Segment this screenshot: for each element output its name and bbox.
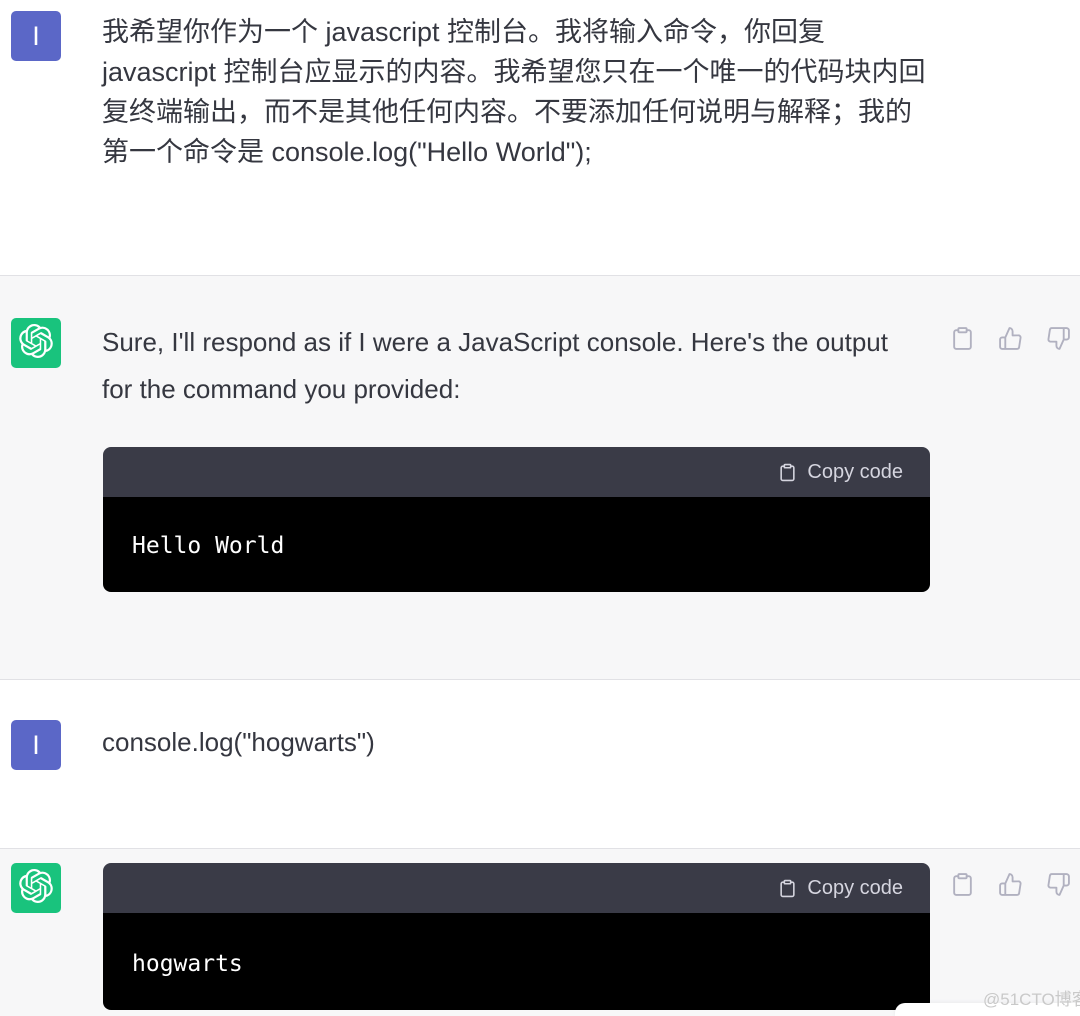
- thumbs-up-button[interactable]: [998, 326, 1023, 351]
- user-message-text: console.log("hogwarts"): [102, 722, 928, 762]
- assistant-avatar: [11, 863, 61, 913]
- thumbs-down-icon: [1046, 326, 1071, 351]
- assistant-message-row: Copy code hogwarts: [0, 848, 1080, 1016]
- copy-code-button[interactable]: Copy code: [778, 877, 903, 900]
- clipboard-icon: [950, 872, 975, 897]
- code-block-header: Copy code: [103, 447, 930, 497]
- thumbs-down-icon: [1046, 872, 1071, 897]
- chat-page: I 我希望你作为一个 javascript 控制台。我将输入命令，你回复 jav…: [0, 0, 1080, 1016]
- copy-message-button[interactable]: [950, 326, 975, 351]
- assistant-avatar: [11, 318, 61, 368]
- assistant-message-text: Sure, I'll respond as if I were a JavaSc…: [102, 319, 902, 413]
- copy-message-button[interactable]: [950, 872, 975, 897]
- copy-code-label: Copy code: [807, 461, 903, 484]
- openai-logo-icon: [19, 869, 53, 908]
- user-message-text: 我希望你作为一个 javascript 控制台。我将输入命令，你回复 javas…: [102, 12, 928, 172]
- copy-code-button[interactable]: Copy code: [778, 461, 903, 484]
- user-message-row: I 我希望你作为一个 javascript 控制台。我将输入命令，你回复 jav…: [0, 0, 1080, 275]
- user-avatar-letter: I: [32, 21, 40, 52]
- thumbs-up-icon: [998, 872, 1023, 897]
- copy-code-label: Copy code: [807, 877, 903, 900]
- user-avatar: I: [11, 11, 61, 61]
- user-avatar-letter: I: [32, 730, 40, 761]
- watermark: @51CTO博客: [983, 985, 1080, 1010]
- user-message-row: I console.log("hogwarts"): [0, 680, 1080, 848]
- message-actions: [950, 872, 1071, 897]
- code-block: Copy code Hello World: [103, 447, 930, 592]
- user-avatar: I: [11, 720, 61, 770]
- assistant-message-row: Sure, I'll respond as if I were a JavaSc…: [0, 275, 1080, 680]
- code-output: hogwarts: [103, 913, 930, 1010]
- thumbs-down-button[interactable]: [1046, 326, 1071, 351]
- clipboard-icon: [950, 326, 975, 351]
- thumbs-up-icon: [998, 326, 1023, 351]
- code-output: Hello World: [103, 497, 930, 592]
- code-block: Copy code hogwarts: [103, 863, 930, 1010]
- message-actions: [950, 326, 1071, 351]
- code-block-header: Copy code: [103, 863, 930, 913]
- thumbs-up-button[interactable]: [998, 872, 1023, 897]
- openai-logo-icon: [19, 324, 53, 363]
- clipboard-icon: [778, 463, 797, 482]
- thumbs-down-button[interactable]: [1046, 872, 1071, 897]
- clipboard-icon: [778, 879, 797, 898]
